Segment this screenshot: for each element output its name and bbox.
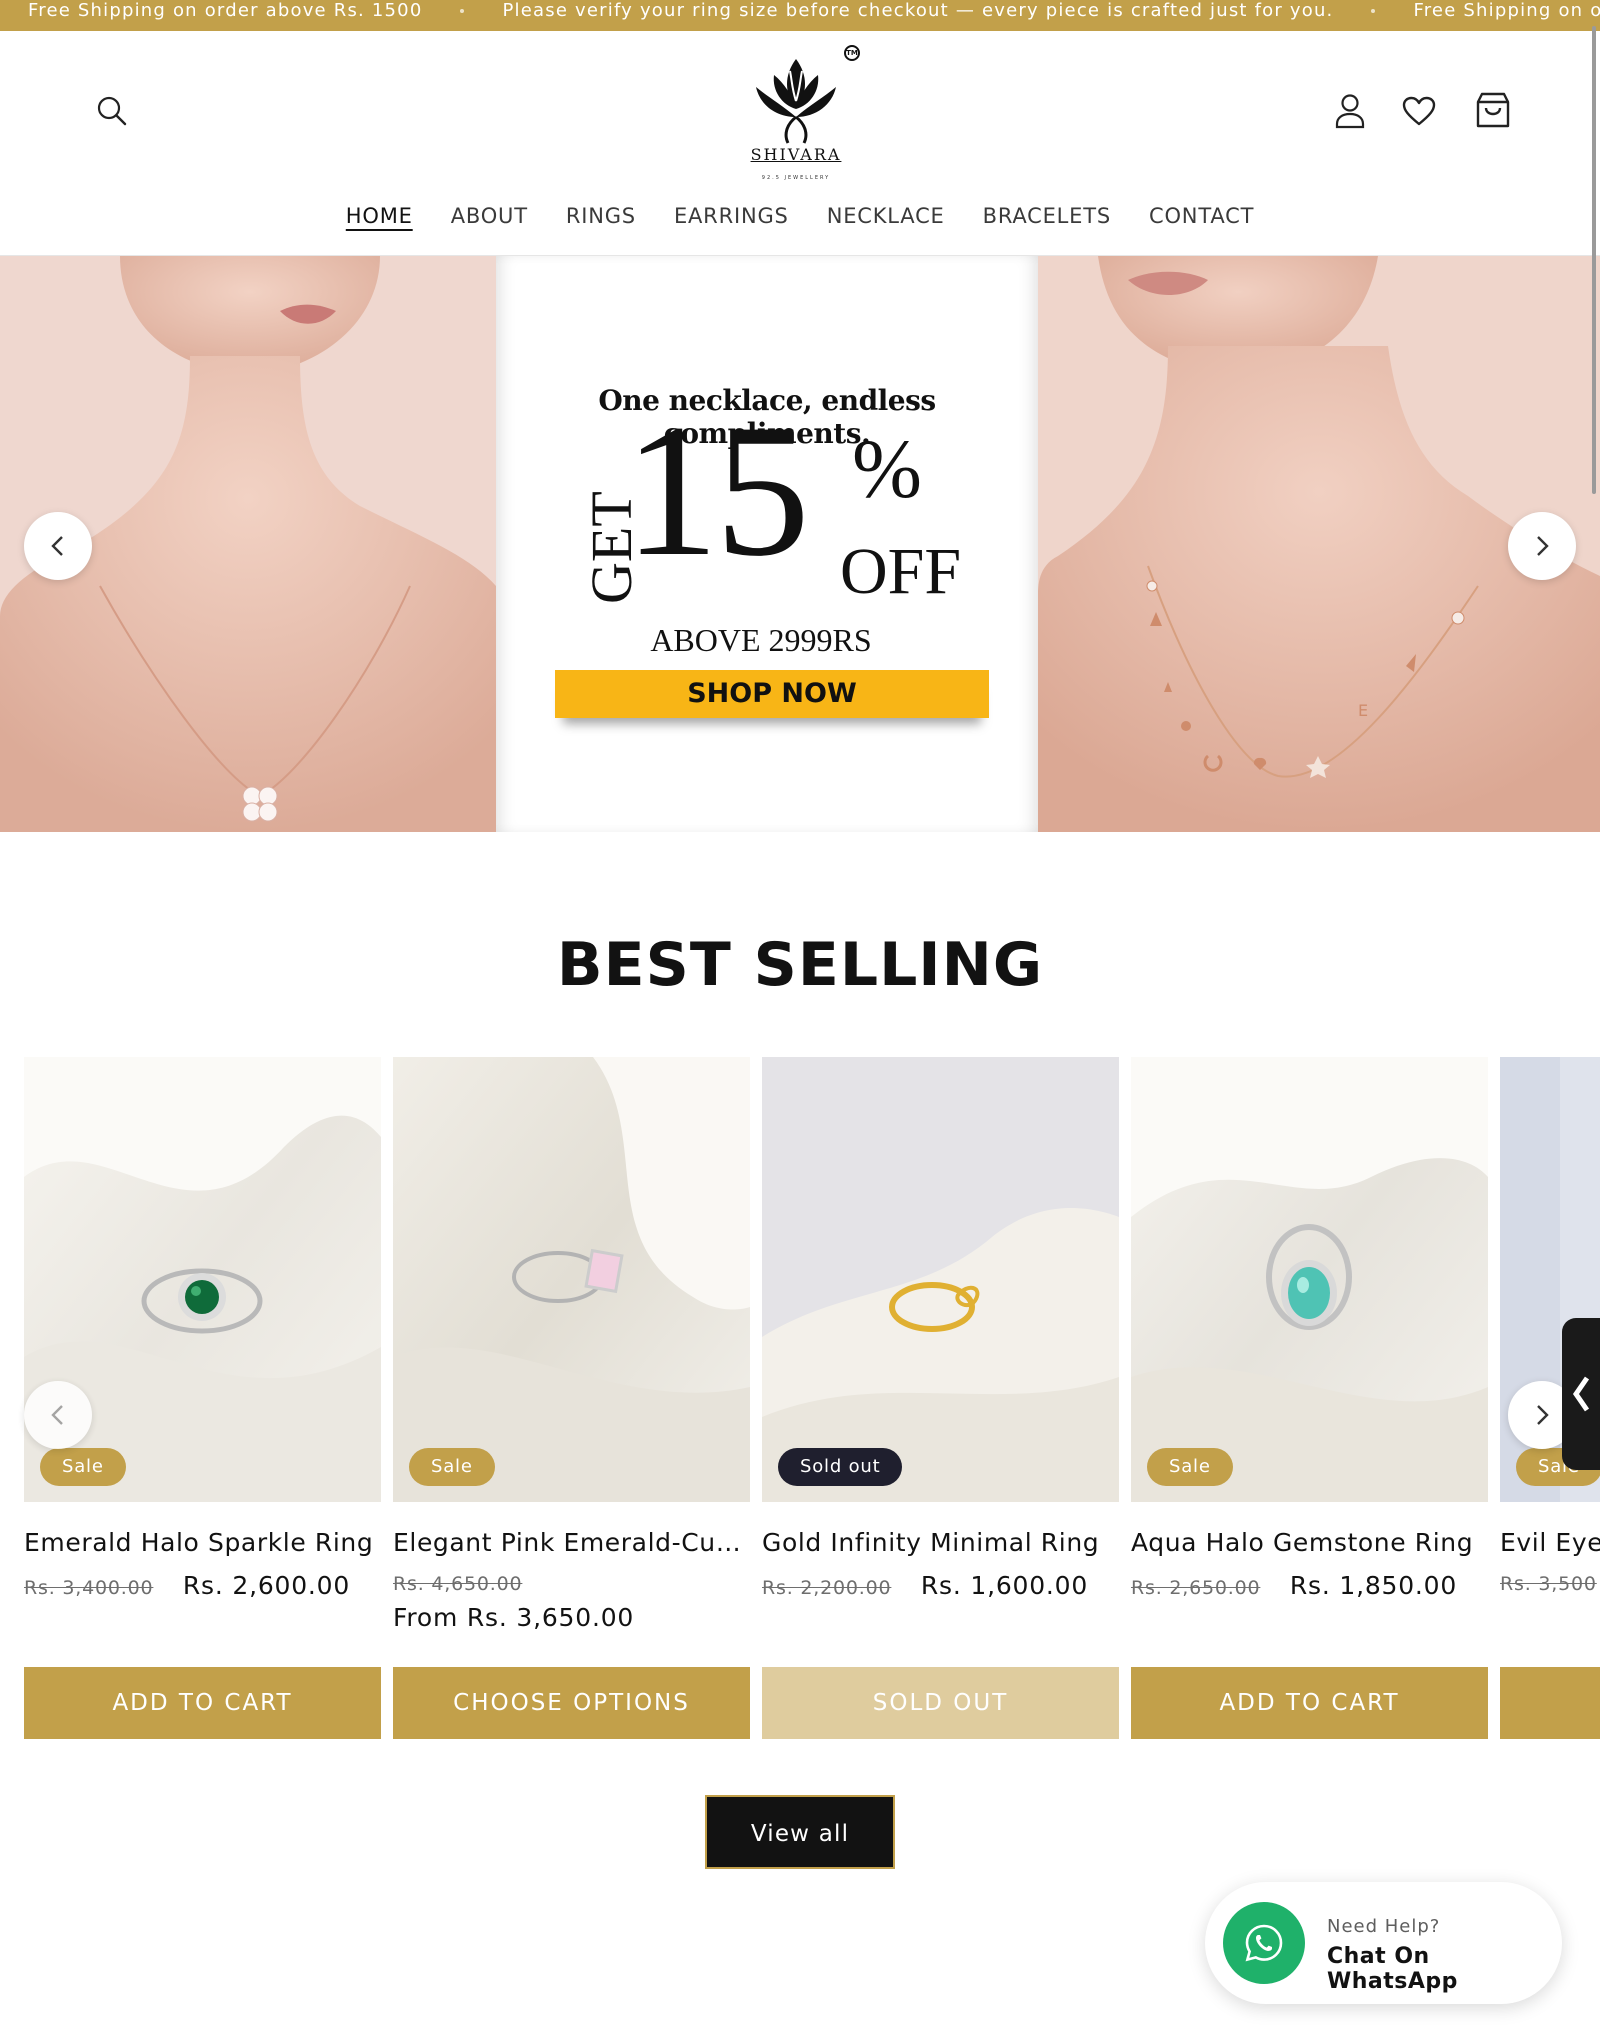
product-card[interactable]: Sale Aqua Halo Gemstone Ring Rs. 2,650.0…: [1131, 1057, 1488, 1600]
chevron-left-icon: [1572, 1376, 1590, 1412]
whatsapp-chat-label: Chat On WhatsApp: [1327, 1944, 1458, 1994]
chevron-right-icon: [1537, 536, 1549, 556]
account-icon[interactable]: [1330, 89, 1370, 133]
promo-discount-amount: 15: [624, 386, 810, 596]
main-nav: HOME ABOUT RINGS EARRINGS NECKLACE BRACE…: [0, 204, 1600, 238]
promo-banner[interactable]: One necklace, endless compliments. 15 % …: [496, 256, 1038, 832]
product-title[interactable]: Aqua Halo Gemstone Ring: [1131, 1528, 1488, 1557]
compare-at-price: Rs. 2,650.00: [1131, 1577, 1261, 1599]
whatsapp-icon: [1223, 1902, 1305, 1984]
view-all-button[interactable]: View all: [705, 1795, 895, 1869]
promo-percent-sign: %: [852, 423, 922, 516]
promo-get-label: GET: [579, 491, 644, 604]
sold-out-button[interactable]: SOLD OUT: [762, 1667, 1119, 1739]
nav-item-earrings[interactable]: EARRINGS: [674, 204, 789, 238]
chevron-left-icon: [51, 1405, 63, 1425]
sale-price: Rs. 1,600.00: [920, 1571, 1089, 1600]
sale-price: From Rs. 3,650.00: [393, 1603, 635, 1632]
add-to-cart-button[interactable]: A: [1500, 1667, 1600, 1739]
hero-prev-button[interactable]: [24, 512, 92, 580]
nav-item-home[interactable]: HOME: [346, 204, 413, 238]
svg-text:E: E: [1358, 701, 1368, 720]
hero-next-button[interactable]: [1508, 512, 1576, 580]
product-title[interactable]: Evil Eye: [1500, 1528, 1600, 1557]
product-card[interactable]: Sold out Gold Infinity Minimal Ring Rs. …: [762, 1057, 1119, 1600]
nav-item-contact[interactable]: CONTACT: [1149, 204, 1254, 238]
product-price: Rs. 3,400.00 Rs. 2,600.00: [24, 1571, 381, 1600]
nav-item-bracelets[interactable]: BRACELETS: [983, 204, 1111, 238]
promo-minimum-order: ABOVE 2999RS: [650, 622, 872, 658]
compare-at-price: Rs. 3,500: [1500, 1573, 1597, 1595]
nav-item-rings[interactable]: RINGS: [566, 204, 636, 238]
chevron-left-icon: [51, 536, 63, 556]
wishlist-icon[interactable]: [1398, 91, 1440, 131]
page-scrollbar[interactable]: [1592, 26, 1596, 494]
whatsapp-chat-widget[interactable]: Need Help? Chat On WhatsApp: [1205, 1882, 1562, 2004]
lotus-logo-icon: [756, 59, 836, 144]
add-to-cart-button[interactable]: ADD TO CART: [24, 1667, 381, 1739]
brand-logo[interactable]: TM SHIVARA 92.5 JEWELLERY: [740, 45, 862, 185]
site-header: TM SHIVARA 92.5 JEWELLERY HOME ABOUT RIN…: [0, 31, 1600, 256]
product-image[interactable]: Sale: [1131, 1057, 1488, 1502]
nav-item-about[interactable]: ABOUT: [451, 204, 528, 238]
product-title[interactable]: Gold Infinity Minimal Ring: [762, 1528, 1119, 1557]
announcement-bar: Free Shipping on order above Rs. 1500 Pl…: [0, 0, 1600, 31]
sale-price: Rs. 2,600.00: [182, 1571, 351, 1600]
product-title[interactable]: Elegant Pink Emerald-Cut...: [393, 1528, 750, 1557]
carousel-prev-button[interactable]: [24, 1381, 92, 1449]
choose-options-button[interactable]: CHOOSE OPTIONS: [393, 1667, 750, 1739]
product-card[interactable]: Sale Emerald Halo Sparkle Ring Rs. 3,400…: [24, 1057, 381, 1600]
product-price: Rs. 2,650.00 Rs. 1,850.00: [1131, 1571, 1488, 1600]
product-price: Rs. 3,500: [1500, 1571, 1600, 1595]
product-image[interactable]: Sale: [393, 1057, 750, 1502]
announcement-track: Free Shipping on order above Rs. 1500 Pl…: [0, 0, 1600, 22]
product-carousel: Sale Emerald Halo Sparkle Ring Rs. 3,400…: [0, 1057, 1600, 1757]
promo-off-label: OFF: [840, 535, 962, 608]
compare-at-price: Rs. 4,650.00: [393, 1573, 523, 1595]
side-drawer-tab[interactable]: [1562, 1318, 1600, 1470]
sale-price: Rs. 1,850.00: [1289, 1571, 1458, 1600]
nav-item-necklace[interactable]: NECKLACE: [827, 204, 945, 238]
add-to-cart-button[interactable]: ADD TO CART: [1131, 1667, 1488, 1739]
compare-at-price: Rs. 3,400.00: [24, 1577, 154, 1599]
hero-slider: One necklace, endless compliments. 15 % …: [0, 256, 1600, 832]
trademark-mark: TM: [844, 45, 860, 61]
search-icon[interactable]: [92, 91, 132, 131]
sale-badge: Sale: [40, 1448, 126, 1486]
chevron-right-icon: [1537, 1405, 1549, 1425]
product-price: Rs. 2,200.00 Rs. 1,600.00: [762, 1571, 1119, 1600]
section-title: BEST SELLING: [556, 930, 1044, 1000]
whatsapp-help-text: Need Help?: [1327, 1916, 1441, 1937]
brand-name: SHIVARA: [750, 145, 842, 164]
product-image[interactable]: Sold out: [762, 1057, 1119, 1502]
product-title[interactable]: Emerald Halo Sparkle Ring: [24, 1528, 381, 1557]
announcement-message: Free Shipping on order above Rs. 1500: [1413, 0, 1600, 21]
compare-at-price: Rs. 2,200.00: [762, 1577, 892, 1599]
shop-now-button[interactable]: SHOP NOW: [555, 670, 989, 718]
product-price: Rs. 4,650.00 From Rs. 3,650.00: [393, 1571, 750, 1632]
sold-out-badge: Sold out: [778, 1448, 903, 1486]
announcement-message: Please verify your ring size before chec…: [502, 0, 1334, 21]
announcement-message: Free Shipping on order above Rs. 1500: [28, 0, 423, 21]
product-card[interactable]: Sale Elegant Pink Emerald-Cut... Rs. 4,6…: [393, 1057, 750, 1632]
sale-badge: Sale: [409, 1448, 495, 1486]
sale-badge: Sale: [1147, 1448, 1233, 1486]
cart-icon[interactable]: [1470, 87, 1516, 133]
brand-tagline: 92.5 JEWELLERY: [761, 175, 831, 181]
